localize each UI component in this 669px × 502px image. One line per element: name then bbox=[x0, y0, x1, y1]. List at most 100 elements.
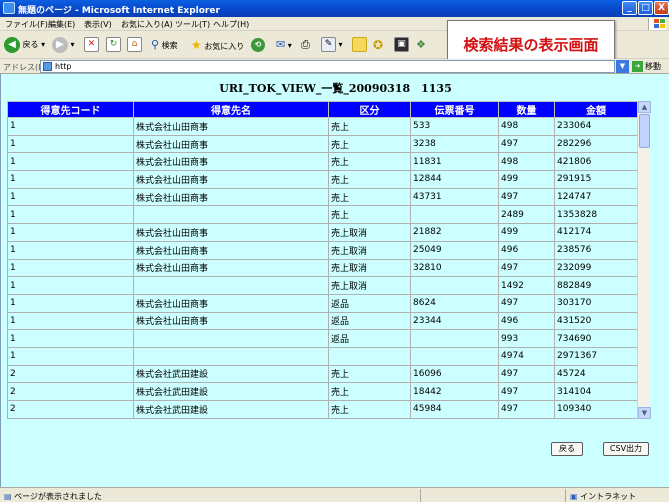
forward-toolbar-button[interactable]: ▶ ▾ bbox=[52, 36, 75, 54]
cell-amount: 431520 bbox=[554, 311, 637, 331]
scroll-up-button[interactable]: ▲ bbox=[638, 101, 651, 113]
messenger-button[interactable]: ▣ bbox=[394, 36, 409, 54]
menu-view[interactable]: 表示(V) bbox=[84, 19, 112, 30]
maximize-button[interactable]: □ bbox=[638, 1, 653, 15]
menu-file[interactable]: ファイル(F) bbox=[5, 19, 48, 30]
print-button[interactable]: ⎙ bbox=[301, 36, 310, 54]
cell-slip-number bbox=[410, 346, 499, 366]
favorites-toolbar-button[interactable]: ★ お気に入り bbox=[191, 36, 244, 54]
cell-quantity: 496 bbox=[498, 311, 555, 331]
cell-amount: 421806 bbox=[554, 152, 637, 172]
window-title: 無題のページ - Microsoft Internet Explorer bbox=[18, 6, 220, 16]
cell-customer-code: 1 bbox=[7, 311, 134, 331]
cell-customer-name: 株式会社山田商事 bbox=[133, 311, 329, 331]
edit-button[interactable]: ✎ ▾ bbox=[321, 36, 343, 54]
cell-amount: 124747 bbox=[554, 187, 637, 207]
menu-edit[interactable]: 編集(E) bbox=[48, 19, 75, 30]
address-bar: アドレス(D) http ▼ ➔ 移動 bbox=[0, 59, 669, 74]
cell-slip-number: 8624 bbox=[410, 293, 499, 313]
cell-category: 売上 bbox=[328, 382, 411, 401]
people-icon: ❖ bbox=[416, 38, 426, 51]
menu-favorites[interactable]: お気に入り(A) bbox=[121, 19, 173, 30]
cell-category: 売上 bbox=[328, 205, 411, 225]
back-button[interactable]: 戻る bbox=[551, 442, 583, 456]
col-header-customer-code: 得意先コード bbox=[7, 101, 134, 118]
cell-quantity: 993 bbox=[498, 329, 555, 348]
scroll-down-button[interactable]: ▼ bbox=[638, 407, 651, 419]
discuss-button[interactable] bbox=[352, 36, 367, 54]
vertical-scrollbar[interactable]: ▲ ▼ bbox=[637, 101, 651, 419]
cell-customer-code: 2 bbox=[7, 382, 134, 401]
table-row: 1 株式会社山田商事 売上取消 32810 497 232099 bbox=[7, 258, 637, 278]
table-header-row: 得意先コード 得意先名 区分 伝票番号 数量 金額 bbox=[7, 101, 637, 118]
close-button[interactable]: X bbox=[654, 1, 669, 15]
cell-quantity: 499 bbox=[498, 223, 555, 242]
cell-customer-code: 1 bbox=[7, 240, 134, 260]
address-value: http bbox=[55, 62, 72, 71]
cell-quantity: 498 bbox=[498, 152, 555, 172]
cell-quantity: 497 bbox=[498, 258, 555, 278]
search-icon: ⚲ bbox=[151, 38, 160, 51]
cell-customer-code: 1 bbox=[7, 117, 134, 136]
address-input[interactable]: http bbox=[40, 60, 615, 73]
table-row: 2 株式会社武田建設 売上 45984 497 109340 bbox=[7, 400, 637, 419]
cell-amount: 412174 bbox=[554, 223, 637, 242]
cell-amount: 734690 bbox=[554, 329, 637, 348]
cell-amount: 233064 bbox=[554, 117, 637, 136]
results-table: 得意先コード 得意先名 区分 伝票番号 数量 金額 1 株式会社山田商事 売上 533… bbox=[7, 101, 637, 419]
cell-slip-number: 3238 bbox=[410, 134, 499, 154]
cell-customer-code: 1 bbox=[7, 170, 134, 189]
people-button[interactable]: ❖ bbox=[416, 36, 426, 54]
table-body: 1 株式会社山田商事 売上 533 498 233064 1 株式会社山田商事 売上 3238 49… bbox=[7, 117, 637, 419]
back-toolbar-button[interactable]: ◀ 戻る ▾ bbox=[4, 36, 45, 54]
table-row: 1 株式会社山田商事 売上取消 21882 499 412174 bbox=[7, 223, 637, 242]
cell-slip-number: 16096 bbox=[410, 364, 499, 384]
home-icon: ⌂ bbox=[127, 37, 142, 52]
cell-customer-code: 1 bbox=[7, 223, 134, 242]
cell-slip-number: 12844 bbox=[410, 170, 499, 189]
menu-tools[interactable]: ツール(T) bbox=[175, 19, 210, 30]
cell-customer-name: 株式会社山田商事 bbox=[133, 293, 329, 313]
cell-customer-code: 1 bbox=[7, 276, 134, 295]
cell-slip-number: 11831 bbox=[410, 152, 499, 172]
col-header-customer-name: 得意先名 bbox=[133, 101, 329, 118]
cell-amount: 291915 bbox=[554, 170, 637, 189]
col-header-amount: 金額 bbox=[554, 101, 637, 118]
minimize-button[interactable]: _ bbox=[622, 1, 637, 15]
csv-export-button[interactable]: CSV出力 bbox=[603, 442, 649, 456]
cell-category: 売上取消 bbox=[328, 240, 411, 260]
cell-slip-number: 21882 bbox=[410, 223, 499, 242]
cell-customer-name: 株式会社山田商事 bbox=[133, 117, 329, 136]
cell-quantity: 497 bbox=[498, 293, 555, 313]
research-icon: ✪ bbox=[373, 38, 384, 52]
research-button[interactable]: ✪ bbox=[373, 36, 383, 54]
cell-amount: 232099 bbox=[554, 258, 637, 278]
cell-quantity: 497 bbox=[498, 364, 555, 384]
table-row: 1 4974 2971367 bbox=[7, 346, 637, 366]
refresh-button[interactable]: ↻ bbox=[106, 36, 121, 54]
scroll-thumb[interactable] bbox=[639, 114, 650, 148]
cell-category: 売上 bbox=[328, 152, 411, 172]
cell-category: 売上取消 bbox=[328, 276, 411, 295]
history-button[interactable]: ⟲ bbox=[251, 36, 265, 54]
stop-button[interactable]: ✕ bbox=[84, 36, 99, 54]
table-row: 1 株式会社山田商事 売上 43731 497 124747 bbox=[7, 187, 637, 207]
security-zone: ▣ イントラネット bbox=[570, 492, 637, 501]
intranet-icon: ▣ bbox=[570, 492, 578, 501]
back-arrow-icon: ◀ bbox=[4, 36, 20, 53]
search-toolbar-button[interactable]: ⚲ 検索 bbox=[151, 36, 178, 54]
cell-amount: 2971367 bbox=[554, 346, 637, 366]
status-bar: ▤ ページが表示されました ▣ イントラネット bbox=[0, 487, 669, 502]
cell-category: 売上 bbox=[328, 400, 411, 419]
cell-category: 売上 bbox=[328, 187, 411, 207]
menu-help[interactable]: ヘルプ(H) bbox=[213, 19, 249, 30]
title-bar: 無題のページ - Microsoft Internet Explorer _ □… bbox=[0, 0, 669, 17]
mail-button[interactable]: ✉ ▾ bbox=[276, 36, 292, 54]
table-row: 1 売上取消 1492 882849 bbox=[7, 276, 637, 295]
history-icon: ⟲ bbox=[251, 37, 265, 52]
results-table-container: 得意先コード 得意先名 区分 伝票番号 数量 金額 1 株式会社山田商事 売上 533… bbox=[7, 101, 637, 419]
windows-logo-icon bbox=[648, 18, 666, 30]
home-button[interactable]: ⌂ bbox=[127, 36, 142, 54]
go-button[interactable]: ➔ 移動 bbox=[632, 60, 661, 73]
address-dropdown-button[interactable]: ▼ bbox=[616, 60, 629, 73]
